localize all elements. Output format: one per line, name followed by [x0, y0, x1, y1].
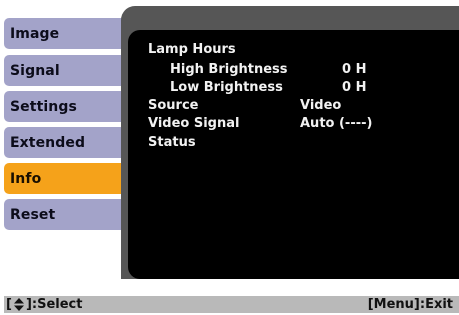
- menu-item-image[interactable]: Image: [4, 18, 130, 49]
- menu-item-label: Image: [10, 25, 60, 42]
- menu-item-extended[interactable]: Extended: [4, 127, 130, 158]
- high-brightness-label: High Brightness: [170, 61, 288, 77]
- status-label: Status: [148, 134, 196, 150]
- select-hint: [ ]:Select: [6, 297, 82, 312]
- menu-item-label: Reset: [10, 206, 56, 223]
- high-brightness-value: 0 H: [342, 61, 367, 77]
- video-signal-value: Auto (----): [300, 115, 373, 131]
- select-hint-text: ]:Select: [25, 297, 83, 312]
- select-hint-open-bracket: [: [6, 297, 12, 312]
- source-value: Video: [300, 97, 342, 113]
- low-brightness-value: 0 H: [342, 79, 367, 95]
- menu-item-settings[interactable]: Settings: [4, 91, 130, 122]
- low-brightness-label: Low Brightness: [170, 79, 283, 95]
- menu-item-info[interactable]: Info: [4, 163, 130, 194]
- exit-hint: [Menu]:Exit: [367, 297, 453, 312]
- up-down-arrow-icon: [13, 298, 25, 311]
- lamp-hours-label: Lamp Hours: [148, 41, 236, 57]
- menu-item-label: Extended: [10, 134, 86, 151]
- menu-item-label: Signal: [10, 62, 60, 79]
- video-signal-label: Video Signal: [148, 115, 240, 131]
- footer-bar: [ ]:Select [Menu]:Exit: [4, 296, 459, 313]
- menu-item-label: Info: [10, 170, 42, 187]
- menu-item-label: Settings: [10, 98, 77, 115]
- menu-item-reset[interactable]: Reset: [4, 199, 130, 230]
- source-label: Source: [148, 97, 199, 113]
- menu-item-signal[interactable]: Signal: [4, 55, 130, 86]
